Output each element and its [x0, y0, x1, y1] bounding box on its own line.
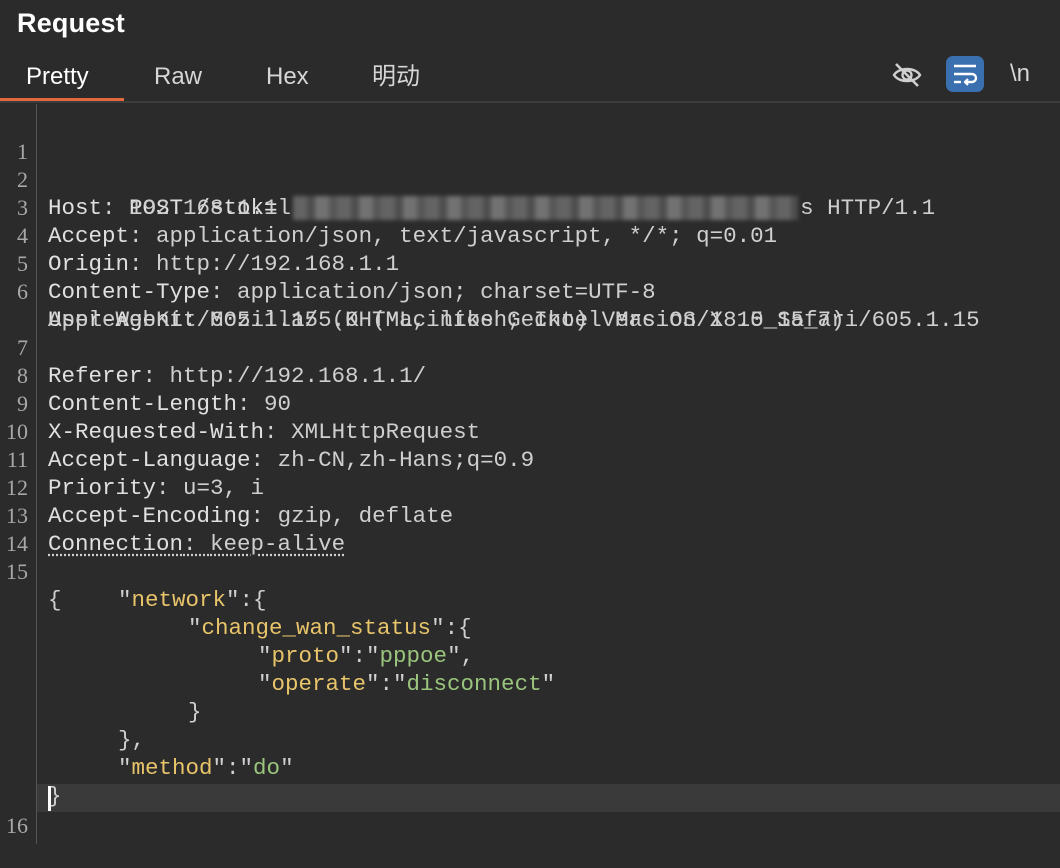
header-name: Connection [48, 531, 184, 557]
code-line-15: 15 { [0, 530, 62, 613]
request-editor[interactable]: 1 POST /stok=l s HTTP/1.1 2 Host: 192.168… [0, 104, 1060, 844]
current-line-highlight [37, 784, 1060, 812]
header-name: Origin [48, 251, 130, 277]
json-key: change_wan_status [201, 615, 432, 641]
header-name: Content-Length [48, 391, 238, 417]
code-line-1: 1 POST /stok=l s HTTP/1.1 [0, 110, 935, 221]
code-line-14: 14 [0, 502, 54, 556]
tab-extension[interactable]: 明动 [372, 58, 420, 98]
code-line-8: 8 Content-Length: 90 [0, 334, 291, 417]
header-name: Accept-Language [48, 447, 251, 473]
code-line-11: 11 Priority: u=3, i [0, 418, 264, 501]
json-line-close-root: } [48, 783, 62, 809]
header-name: Host [48, 195, 103, 221]
json-key: proto [271, 643, 340, 669]
word-wrap-button[interactable] [946, 56, 984, 92]
header-name: Referer [48, 363, 143, 389]
code-line-5: 5 Content-Type: application/json; charse… [0, 222, 656, 305]
code-line-3: 3 Accept: application/json, text/javascr… [0, 166, 777, 249]
header-value: application/json, text/javascript, */*; … [156, 223, 778, 249]
word-wrap-icon [954, 64, 978, 86]
header-value: application/json; charset=UTF-8 [237, 279, 656, 305]
header-name: Accept-Encoding [48, 503, 251, 529]
header-value: http://192.168.1.1/ [169, 363, 427, 389]
header-value-wrapped: AppleWebKit/605.1.15 (KHTML, like Gecko)… [48, 307, 980, 333]
eye-slash-icon[interactable] [888, 56, 926, 94]
panel-title: Request [17, 8, 125, 38]
redacted-token [293, 196, 799, 221]
json-line-close-inner: } [188, 699, 202, 725]
code-line-6-wrap: AppleWebKit/605.1.15 (KHTML, like Gecko)… [0, 278, 980, 333]
code-line-6: 6 User-Agent: Mozilla/5.0 (Macintosh; In… [0, 250, 845, 333]
line-number: 16 [6, 813, 28, 838]
code-line-16: 16 [0, 784, 54, 838]
header-value: http://192.168.1.1 [156, 251, 400, 277]
json-key: operate [271, 671, 367, 697]
tab-hex[interactable]: Hex [266, 58, 309, 98]
header-name: Content-Type [48, 279, 211, 305]
code-line-7: 7 Referer: http://192.168.1.1/ [0, 306, 426, 389]
token-first-char: l [277, 195, 292, 221]
json-key: network [131, 587, 227, 613]
header-name: Priority [48, 475, 157, 501]
header-value: keep-alive [210, 531, 346, 557]
header-value: XMLHttpRequest [291, 419, 481, 445]
tab-pretty[interactable]: Pretty [26, 58, 89, 98]
json-value: do [253, 755, 281, 781]
text-caret [48, 786, 51, 811]
code-line-10: 10 Accept-Language: zh-CN,zh-Hans;q=0.9 [0, 390, 534, 473]
http-version: HTTP/1.1 [813, 195, 936, 221]
code-line-12: 12 Accept-Encoding: gzip, deflate [0, 446, 453, 529]
json-value: disconnect [406, 671, 542, 697]
show-newlines-button[interactable]: \n [1010, 58, 1030, 90]
json-line-operate: "operate":"disconnect" [258, 671, 556, 697]
json-line-proto: "proto":"pppoe", [258, 643, 475, 669]
header-name: Accept [48, 223, 130, 249]
header-value: 192.168.1.1 [129, 195, 278, 221]
code-line-4: 4 Origin: http://192.168.1.1 [0, 194, 399, 277]
json-key: method [131, 755, 213, 781]
json-line-method: "method":"do" [118, 755, 294, 781]
tab-raw[interactable]: Raw [154, 58, 202, 98]
header-value: zh-CN,zh-Hans;q=0.9 [277, 447, 535, 473]
header-value: 90 [264, 391, 292, 417]
header-value: gzip, deflate [277, 503, 454, 529]
json-line-change-wan-status: "change_wan_status":{ [188, 615, 472, 641]
json-line-network: "network":{ [118, 587, 267, 613]
code-line-2: 2 Host: 192.168.1.1 [0, 138, 278, 221]
code-line-13: 13 Connection: keep-alive [0, 474, 345, 557]
tabs-divider [0, 101, 1060, 103]
header-value: u=3, i [183, 475, 265, 501]
json-value: pppoe [379, 643, 448, 669]
header-name: X-Requested-With [48, 419, 265, 445]
code-line-9: 9 X-Requested-With: XMLHttpRequest [0, 362, 480, 445]
token-last-char: s [800, 195, 814, 221]
json-line-close-network: }, [118, 727, 146, 753]
